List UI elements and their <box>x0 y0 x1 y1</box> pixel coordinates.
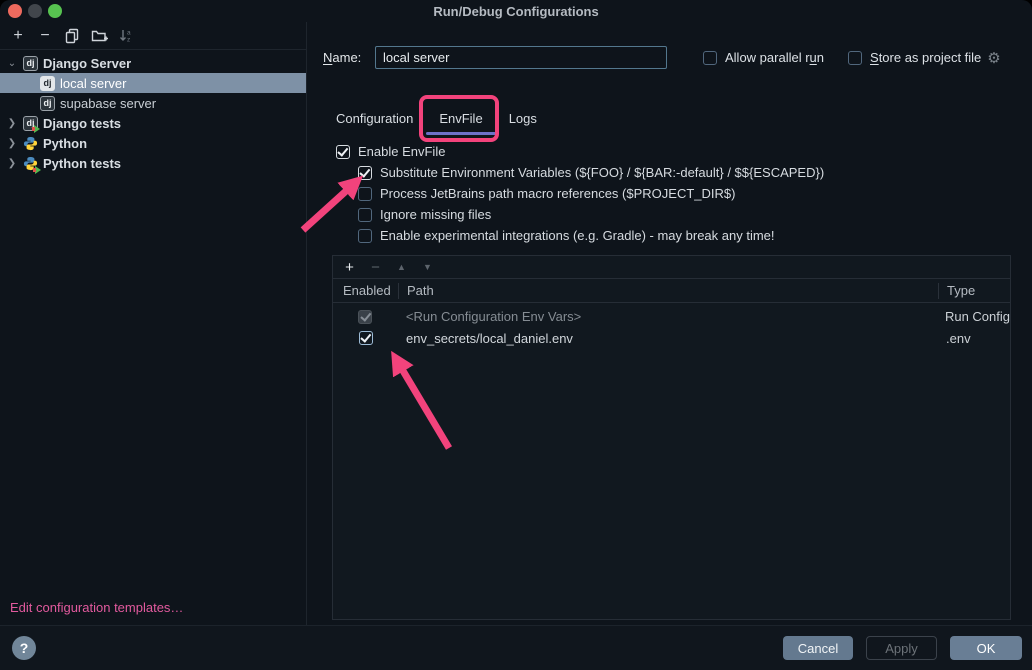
column-header-path: Path <box>398 283 938 299</box>
table-row-run-config-env-vars[interactable]: <Run Configuration Env Vars> Run Config <box>333 306 1010 328</box>
envfile-table-header: Enabled Path Type <box>333 279 1010 303</box>
copy-configuration-icon[interactable] <box>63 27 81 45</box>
store-as-project-file-option[interactable]: Store as project file <box>848 50 981 65</box>
store-as-project-file-checkbox[interactable] <box>848 51 862 65</box>
move-down-icon[interactable]: ▼ <box>420 262 435 272</box>
enable-envfile-checkbox[interactable] <box>336 145 350 159</box>
chevron-right-icon[interactable]: ❯ <box>6 138 18 149</box>
django-icon: dj <box>40 96 55 111</box>
run-debug-configurations-dialog: Run/Debug Configurations + − az ⌄ <box>0 0 1032 670</box>
store-as-project-file-label: Store as project file <box>870 50 981 65</box>
process-path-macro-checkbox[interactable] <box>358 187 372 201</box>
tab-configuration[interactable]: Configuration <box>323 100 426 136</box>
svg-text:a: a <box>127 29 131 36</box>
add-configuration-icon[interactable]: + <box>9 27 27 45</box>
row-enabled-checkbox[interactable] <box>359 331 373 345</box>
ok-button[interactable]: OK <box>950 636 1022 660</box>
remove-configuration-icon[interactable]: − <box>36 27 54 45</box>
allow-parallel-run-label: Allow parallel run <box>725 50 824 65</box>
configuration-editor-panel: Name: Allow parallel run Store as projec… <box>307 22 1032 625</box>
substitute-env-vars-option[interactable]: Substitute Environment Variables (${FOO}… <box>307 162 1032 183</box>
enable-envfile-option[interactable]: Enable EnvFile <box>307 141 1032 162</box>
column-header-enabled: Enabled <box>333 283 398 299</box>
zoom-window-button[interactable] <box>48 4 62 18</box>
python-icon <box>23 136 38 151</box>
tree-item-python[interactable]: ❯ Python <box>0 133 306 153</box>
tree-item-python-tests[interactable]: ❯ Python tests <box>0 153 306 173</box>
dialog-footer: ? Cancel Apply OK <box>0 625 1032 670</box>
new-folder-icon[interactable] <box>90 27 108 45</box>
django-tests-icon: dj <box>23 116 38 131</box>
tree-item-django-tests[interactable]: ❯ dj Django tests <box>0 113 306 133</box>
configurations-tree: ⌄ dj Django Server dj local server dj su… <box>0 53 306 173</box>
minimize-window-button[interactable] <box>28 4 42 18</box>
sidebar-toolbar: + − az <box>0 22 306 50</box>
column-header-type: Type <box>938 283 1010 299</box>
tree-item-local-server[interactable]: dj local server <box>0 73 306 93</box>
apply-button[interactable]: Apply <box>866 636 937 660</box>
cancel-button[interactable]: Cancel <box>783 636 853 660</box>
title-bar: Run/Debug Configurations <box>0 0 1032 22</box>
close-window-button[interactable] <box>8 4 22 18</box>
envfile-options: Enable EnvFile Substitute Environment Va… <box>307 141 1032 246</box>
chevron-right-icon[interactable]: ❯ <box>6 158 18 169</box>
configuration-tabs: Configuration EnvFile Logs <box>323 100 1032 136</box>
django-icon: dj <box>23 56 38 71</box>
name-label: Name: <box>323 50 375 65</box>
chevron-right-icon[interactable]: ❯ <box>6 118 18 129</box>
experimental-integrations-option[interactable]: Enable experimental integrations (e.g. G… <box>307 225 1032 246</box>
svg-text:z: z <box>127 36 130 43</box>
allow-parallel-run-checkbox[interactable] <box>703 51 717 65</box>
move-up-icon[interactable]: ▲ <box>394 262 409 272</box>
configurations-sidebar: + − az ⌄ dj Django Server <box>0 22 307 625</box>
tree-item-supabase-server[interactable]: dj supabase server <box>0 93 306 113</box>
tab-logs[interactable]: Logs <box>496 100 550 136</box>
remove-env-file-icon[interactable]: − <box>368 259 383 276</box>
python-tests-icon <box>23 156 38 171</box>
ignore-missing-files-checkbox[interactable] <box>358 208 372 222</box>
edit-configuration-templates-link[interactable]: Edit configuration templates… <box>10 600 183 615</box>
ignore-missing-files-option[interactable]: Ignore missing files <box>307 204 1032 225</box>
name-input[interactable] <box>375 46 667 69</box>
envfile-table: + − ▲ ▼ Enabled Path Type <Run Configura… <box>332 255 1011 620</box>
django-icon: dj <box>40 76 55 91</box>
window-title: Run/Debug Configurations <box>433 4 598 19</box>
sort-alphabetically-icon[interactable]: az <box>117 27 135 45</box>
process-path-macro-option[interactable]: Process JetBrains path macro references … <box>307 183 1032 204</box>
help-button[interactable]: ? <box>12 636 36 660</box>
experimental-integrations-checkbox[interactable] <box>358 229 372 243</box>
chevron-down-icon[interactable]: ⌄ <box>6 58 18 69</box>
substitute-env-vars-checkbox[interactable] <box>358 166 372 180</box>
tree-item-django-server[interactable]: ⌄ dj Django Server <box>0 53 306 73</box>
envfile-table-toolbar: + − ▲ ▼ <box>333 256 1010 279</box>
row-enabled-checkbox <box>358 310 372 324</box>
table-row-env-secrets[interactable]: env_secrets/local_daniel.env .env <box>333 328 1010 350</box>
allow-parallel-run-option[interactable]: Allow parallel run <box>703 50 824 65</box>
tab-envfile[interactable]: EnvFile <box>426 100 495 136</box>
store-settings-gear-icon[interactable]: ⚙ <box>987 49 1000 67</box>
add-env-file-icon[interactable]: + <box>342 259 357 276</box>
